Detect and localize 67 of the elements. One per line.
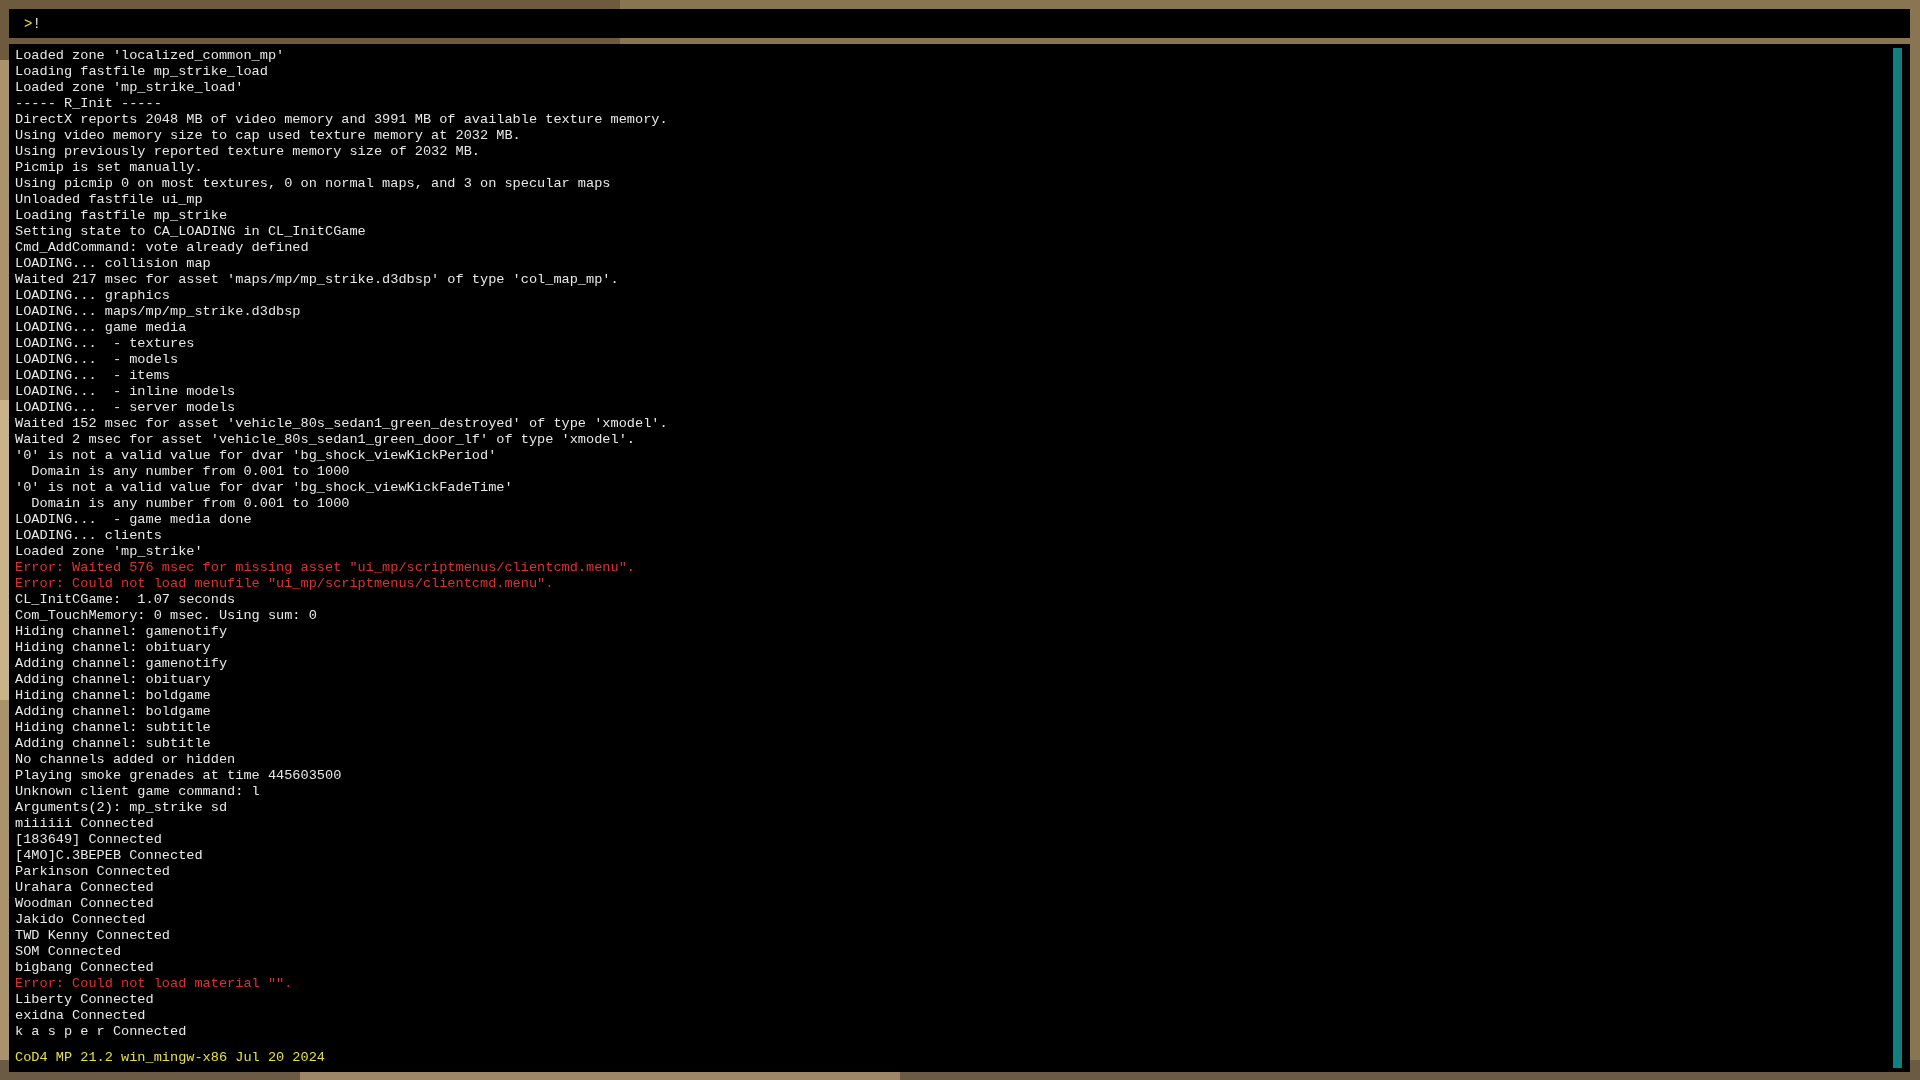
log-line: LOADING... - items [15,368,171,384]
log-line: ----- R_Init ----- [15,96,163,112]
log-line: Loading fastfile mp_strike [15,208,229,224]
log-line: Using previously reported texture memory size of 2032 MB. [15,144,481,160]
log-line: Unloaded fastfile ui_mp [15,192,204,208]
log-line: Domain is any number from 0.001 to 1000 [30,496,351,512]
log-line: Unknown client game command: l [15,784,261,800]
log-line: Domain is any number from 0.001 to 1000 [30,464,351,480]
log-line: LOADING... game media [15,320,188,336]
log-line: LOADING... maps/mp/mp_strike.d3dbsp [15,304,302,320]
log-line: Hiding channel: obituary [15,640,212,656]
log-line: Adding channel: subtitle [15,736,212,752]
log-line: '0' is not a valid value for dvar 'bg_shock_viewKickPeriod' [15,448,498,464]
log-line: TWD Kenny Connected [15,928,171,944]
log-line: [4MO]C.3BEPEB Connected [15,848,204,864]
log-line: Hiding channel: gamenotify [15,624,229,640]
log-line: LOADING... clients [15,528,163,544]
log-line: CL_InitCGame: 1.07 seconds [15,592,237,608]
log-line: LOADING... - game media done [15,512,253,528]
prompt-symbol: > [24,15,33,32]
log-line: No channels added or hidden [15,752,237,768]
log-line: bigbang Connected [15,960,155,976]
log-line: SOM Connected [15,944,123,960]
log-line: Hiding channel: boldgame [15,688,212,704]
log-line: Error: Waited 576 msec for missing asset "ui_mp/scriptmenus/clientcmd.menu". [15,560,636,576]
log-line: Using picmip 0 on most textures, 0 on normal maps, and 3 on specular maps [15,176,612,192]
log-line: Jakido Connected [15,912,147,928]
log-line: LOADING... graphics [15,288,171,304]
log-line: Woodman Connected [15,896,155,912]
log-line: LOADING... - textures [15,336,196,352]
log-line: Com_TouchMemory: 0 msec. Using sum: 0 [15,608,318,624]
scrollbar-thumb[interactable] [1893,48,1902,1068]
log-line: exidna Connected [15,1008,147,1024]
log-line: Loaded zone 'mp_strike_load' [15,80,245,96]
log-line: Adding channel: gamenotify [15,656,229,672]
console-input[interactable]: >! [9,9,1910,38]
log-line: DirectX reports 2048 MB of video memory and 3991 MB of available texture memory. [15,112,669,128]
log-line: Urahara Connected [15,880,155,896]
log-line: Error: Could not load menufile "ui_mp/scriptmenus/clientcmd.menu". [15,576,555,592]
log-line: Waited 2 msec for asset 'vehicle_80s_sedan1_green_door_lf' of type 'xmodel'. [15,432,636,448]
log-line: Cmd_AddCommand: vote already defined [15,240,310,256]
log-line: Adding channel: boldgame [15,704,212,720]
log-line: LOADING... - server models [15,400,237,416]
log-line: Adding channel: obituary [15,672,212,688]
log-line: Hiding channel: subtitle [15,720,212,736]
log-line: Waited 152 msec for asset 'vehicle_80s_sedan1_green_destroyed' of type 'xmodel'. [15,416,669,432]
log-line: k a s p e r Connected [15,1024,188,1040]
log-line: Parkinson Connected [15,864,171,880]
log-line: Error: Could not load material "". [15,976,294,992]
log-line: Loading fastfile mp_strike_load [15,64,269,80]
log-line: LOADING... - inline models [15,384,237,400]
log-line: Liberty Connected [15,992,155,1008]
log-line: miiiiii Connected [15,816,155,832]
log-line: LOADING... collision map [15,256,212,272]
version-text: CoD4 MP 21.2 win_mingw-x86 Jul 20 2024 [15,1050,326,1066]
log-line: [183649] Connected [15,832,163,848]
log-line: Arguments(2): mp_strike sd [15,800,229,816]
log-line: Waited 217 msec for asset 'maps/mp/mp_strike.d3dbsp' of type 'col_map_mp'. [15,272,620,288]
log-line: Picmip is set manually. [15,160,204,176]
log-line: Using video memory size to cap used texture memory at 2032 MB. [15,128,522,144]
log-line: LOADING... - models [15,352,180,368]
log-line: Setting state to CA_LOADING in CL_InitCGame [15,224,367,240]
log-line: Playing smoke grenades at time 445603500 [15,768,343,784]
input-text: ! [32,15,41,32]
log-line: Loaded zone 'localized_common_mp' [15,48,286,64]
log-line: '0' is not a valid value for dvar 'bg_shock_viewKickFadeTime' [15,480,514,496]
log-line: Loaded zone 'mp_strike' [15,544,204,560]
